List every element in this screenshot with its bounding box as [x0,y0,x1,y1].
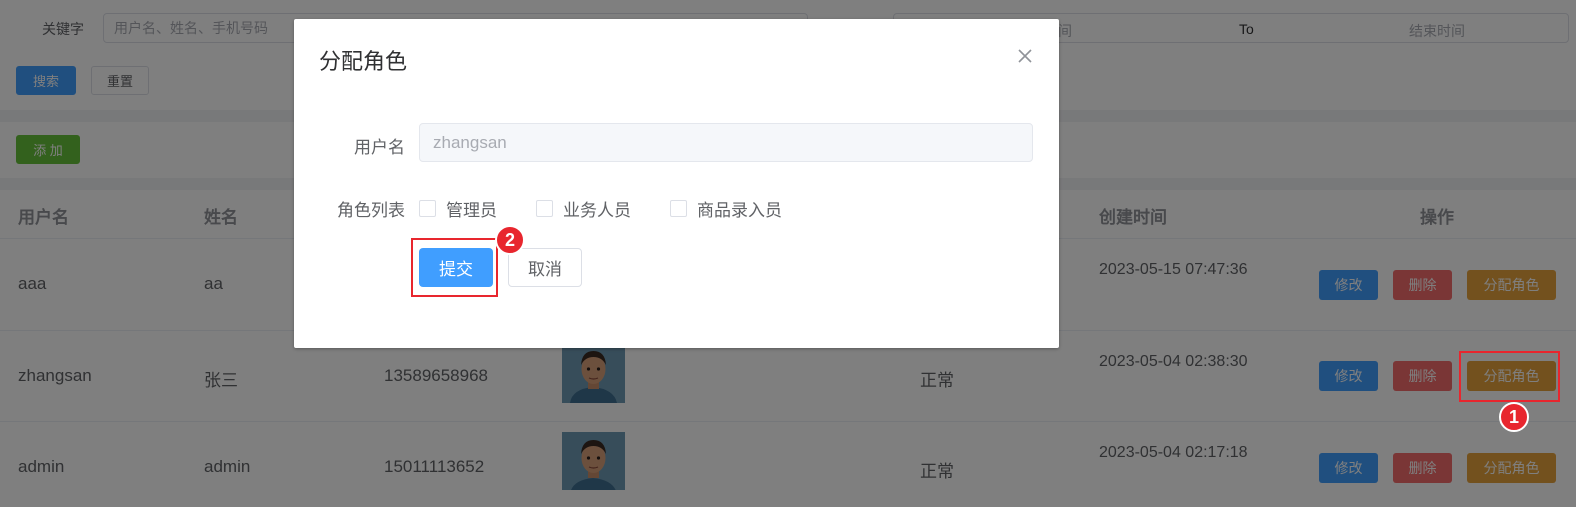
close-icon[interactable] [1015,46,1035,66]
assign-role-dialog: 分配角色 用户名 zhangsan 角色列表 管理员 业务人员 商品录入员 提交… [294,19,1059,348]
highlight-submit-annotation [411,238,498,297]
highlight-assign-role-annotation [1459,351,1560,402]
role-checkbox-business[interactable]: 业务人员 [536,196,631,221]
role-label: 业务人员 [563,201,631,220]
role-label: 管理员 [446,201,497,220]
role-label: 商品录入员 [697,201,782,220]
dialog-title: 分配角色 [319,49,408,74]
step-marker-2: 2 [495,225,525,255]
role-checkbox-product-entry[interactable]: 商品录入员 [670,196,782,221]
checkbox-icon[interactable] [419,200,436,217]
username-field: zhangsan [419,123,1033,162]
username-label: 用户名 [354,138,405,157]
roles-label: 角色列表 [337,201,405,220]
step-marker-1: 1 [1499,402,1529,432]
role-checkbox-admin[interactable]: 管理员 [419,196,497,221]
checkbox-icon[interactable] [536,200,553,217]
checkbox-icon[interactable] [670,200,687,217]
cancel-button[interactable]: 取消 [508,248,582,287]
